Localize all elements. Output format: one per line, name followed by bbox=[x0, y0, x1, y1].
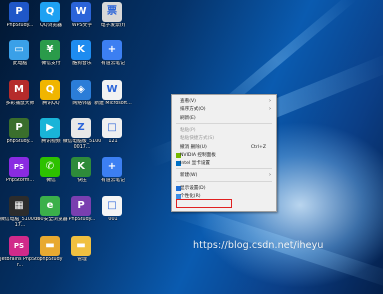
icon-glyph: ▦ bbox=[14, 200, 24, 211]
icon-glyph: P bbox=[15, 122, 23, 133]
icon-glyph: □ bbox=[107, 122, 117, 133]
context-menu-item-label: Intel 显卡设置 bbox=[180, 161, 211, 167]
kuaiya-icon: K bbox=[71, 157, 91, 177]
icon-glyph: ▬ bbox=[45, 240, 55, 251]
desktop-icon[interactable]: □ 121 bbox=[95, 116, 131, 154]
icon-glyph: ◈ bbox=[77, 84, 85, 95]
phpstorm-icon: PS bbox=[9, 157, 29, 177]
icon-glyph: ¥ bbox=[46, 44, 54, 55]
qq-browser-icon: Q bbox=[40, 2, 60, 22]
icon-glyph: 票 bbox=[107, 6, 117, 17]
wechat-pay-icon: ¥ bbox=[40, 40, 60, 60]
this-pc-icon: ▭ bbox=[9, 40, 29, 60]
einvoice-icon: 票 bbox=[102, 2, 122, 22]
desktop-icon[interactable]: ▬ 管理 bbox=[64, 234, 100, 272]
icon-glyph: W bbox=[106, 84, 118, 95]
desktop-icon[interactable]: W 新建 Microsoft... bbox=[94, 78, 132, 116]
icon-glyph: ▭ bbox=[14, 44, 24, 55]
desktop-icon-label: 新建 Microsoft... bbox=[94, 101, 132, 106]
manage-folder-icon: ▬ bbox=[71, 236, 91, 256]
phpstudy-icon: P bbox=[9, 2, 29, 22]
icon-glyph: ▬ bbox=[76, 240, 86, 251]
phpstudy-icon-2: P bbox=[9, 118, 29, 138]
context-menu-item[interactable]: 刷新(E) bbox=[174, 114, 274, 123]
icon-glyph: W bbox=[75, 6, 87, 17]
desktop-icon-label: 121 bbox=[108, 139, 118, 144]
file-121-icon: □ bbox=[102, 118, 122, 138]
icon-glyph: + bbox=[107, 44, 117, 55]
icon-glyph: P bbox=[15, 6, 23, 17]
desktop-icon[interactable]: + 有道云笔记 bbox=[95, 155, 131, 193]
context-menu-item-label: 新建(W) bbox=[180, 173, 198, 179]
word-doc-icon: W bbox=[102, 80, 122, 100]
desktop-icon[interactable]: □ 001 bbox=[95, 194, 131, 232]
watermark-text: https://blog.csdn.net/iheyu bbox=[193, 240, 324, 251]
kugou-music-icon: K bbox=[71, 40, 91, 60]
mouse-master-icon: M bbox=[9, 80, 29, 100]
phpstudy-icon-3: P bbox=[71, 196, 91, 216]
wechat-icon: ✆ bbox=[40, 157, 60, 177]
desktop-icon-label: 001 bbox=[108, 217, 118, 222]
icon-glyph: Q bbox=[45, 6, 55, 17]
icon-glyph: Z bbox=[77, 122, 85, 133]
file-001-icon: □ bbox=[102, 196, 122, 216]
icon-glyph: e bbox=[46, 200, 54, 211]
tencent-video-icon: ▶ bbox=[40, 118, 60, 138]
context-menu-item[interactable]: Intel 显卡设置 bbox=[174, 159, 274, 168]
wechat-file-icon: Z bbox=[71, 118, 91, 138]
phpstudy-folder-icon: ▬ bbox=[40, 236, 60, 256]
jetbrains-icon: PS bbox=[9, 236, 29, 256]
desktop-icon-label: 电子发票(f) bbox=[100, 23, 126, 28]
icon-glyph: PS bbox=[13, 242, 25, 250]
desktop-icon[interactable]: + 有道云笔记 bbox=[95, 38, 131, 76]
desktop[interactable]: P PhpStudy... Q QQ浏览器 W WPS文字票电子发票(f) ▭ 此电脑 ¥ 微信支… bbox=[0, 0, 383, 294]
desktop-icon-label: 有道云笔记 bbox=[101, 61, 125, 66]
browser-360-icon: e bbox=[40, 196, 60, 216]
desktop-icon-label: 管理 bbox=[77, 257, 87, 262]
menu-separator bbox=[176, 122, 272, 124]
wps-writer-icon: W bbox=[71, 2, 91, 22]
menu-separator bbox=[176, 168, 272, 170]
desktop-icon-label: 有道云笔记 bbox=[101, 178, 125, 183]
icon-glyph: K bbox=[77, 44, 85, 55]
icon-glyph: M bbox=[14, 84, 24, 95]
desktop-icon[interactable]: 票电子发票(f) bbox=[95, 0, 131, 38]
tencent-qq-icon: Q bbox=[40, 80, 60, 100]
context-menu-item[interactable]: 新建(W) › bbox=[174, 171, 274, 180]
desktop-context-menu: 查看(V) › 排序方式(O) › 刷新(E) 粘贴(P) 粘贴快捷方式(S) 撤消 删除(U… bbox=[171, 94, 277, 212]
icon-glyph: Q bbox=[45, 84, 55, 95]
icon-glyph: P bbox=[77, 200, 85, 211]
youdao-note-icon: + bbox=[102, 40, 122, 60]
network-icon: ◈ bbox=[71, 80, 91, 100]
submenu-arrow-icon: › bbox=[269, 172, 271, 179]
highlight-box bbox=[176, 199, 232, 208]
youdao-note-icon-2: + bbox=[102, 157, 122, 177]
icon-glyph: + bbox=[107, 161, 117, 172]
icon-glyph: ✆ bbox=[45, 161, 55, 172]
icon-glyph: K bbox=[77, 161, 85, 172]
context-menu-item-label: 刷新(E) bbox=[180, 115, 196, 121]
icon-glyph: PS bbox=[13, 163, 25, 171]
icon-glyph: □ bbox=[107, 200, 117, 211]
wechat-file-icon-2: ▦ bbox=[9, 196, 29, 216]
menu-separator bbox=[176, 180, 272, 182]
icon-glyph: ▶ bbox=[46, 122, 54, 133]
